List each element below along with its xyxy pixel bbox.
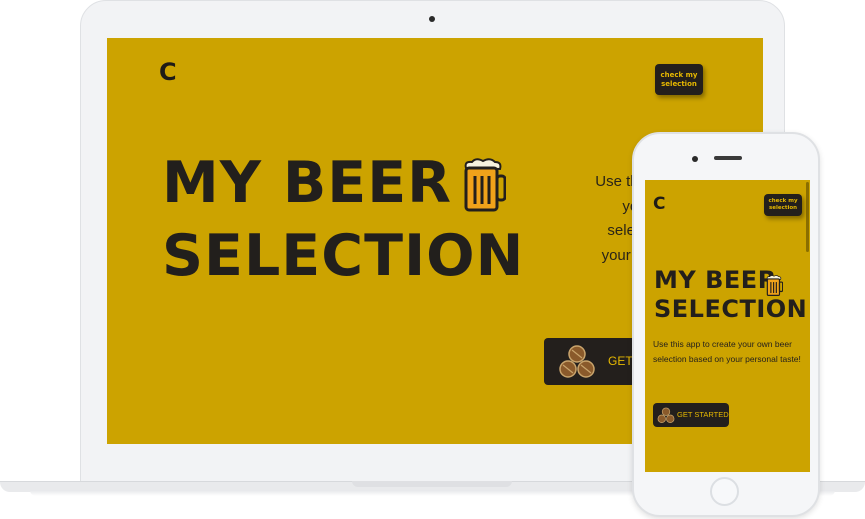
laptop-notch: [352, 481, 512, 487]
beer-mug-icon: [766, 275, 783, 296]
get-started-label: GET STARTED: [677, 410, 729, 419]
mobile-screen: C check my selection MY BEER SELECTION U…: [645, 180, 810, 472]
hero-title-line1: MY BEER: [654, 266, 777, 294]
barrels-icon: [657, 407, 675, 423]
phone-speaker: [714, 156, 742, 160]
hero-title-line2: SELECTION: [162, 223, 525, 289]
check-my-selection-button[interactable]: check my selection: [764, 194, 802, 216]
intro-text: Use this app to create your own beer sel…: [653, 339, 801, 364]
hero-title-line1: MY BEER: [162, 150, 453, 216]
beer-mug-icon: [464, 158, 506, 212]
get-started-label: GET: [608, 354, 633, 368]
logo-icon[interactable]: C: [159, 60, 177, 84]
get-started-button[interactable]: GET STARTED: [653, 403, 729, 427]
logo-icon[interactable]: C: [653, 196, 665, 213]
laptop-camera: [429, 16, 435, 22]
scrollbar[interactable]: [806, 182, 809, 252]
phone-home-button[interactable]: [710, 477, 739, 506]
hero-title-line2: SELECTION: [654, 295, 808, 323]
check-my-selection-button[interactable]: check my selection: [655, 64, 703, 95]
phone-camera: [692, 156, 698, 162]
barrels-icon: [559, 345, 595, 378]
